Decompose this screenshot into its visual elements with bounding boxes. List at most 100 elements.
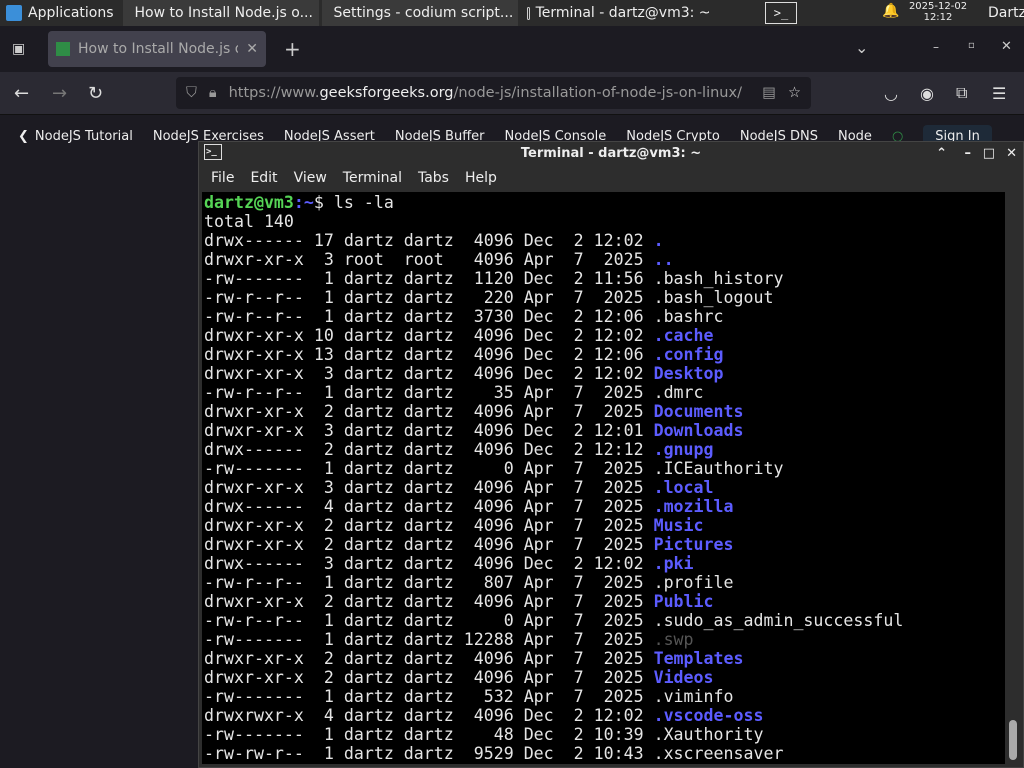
file-info: -rw------- 1 dartz dartz 48 Dec 2 10:39 <box>204 725 654 744</box>
minimize-button[interactable]: – <box>965 146 972 161</box>
file-info: -rw-rw-r-- 1 dartz dartz 9529 Dec 2 10:4… <box>204 744 654 763</box>
file-info: drwxr-xr-x 3 dartz dartz 4096 Apr 7 2025 <box>204 478 654 497</box>
top-panel: Applications How to Install Node.js o...… <box>0 0 1024 26</box>
file-name: .local <box>653 478 714 497</box>
listing-row: drwx------ 2 dartz dartz 4096 Dec 2 12:1… <box>202 440 1005 459</box>
terminal-menubar: File Edit View Terminal Tabs Help <box>199 165 1023 191</box>
listing-row: -rw-r--r-- 1 dartz dartz 807 Apr 7 2025 … <box>202 573 1005 592</box>
maximize-button[interactable]: ▫ <box>968 40 975 51</box>
back-icon[interactable]: ← <box>14 83 29 104</box>
task-codium[interactable]: Settings - codium script... <box>321 0 518 26</box>
menu-icon[interactable]: ☰ <box>992 84 1006 103</box>
terminal-launcher-icon[interactable]: >_ <box>765 2 797 24</box>
pocket-icon[interactable]: ◡ <box>884 84 898 103</box>
listing-row: drwxr-xr-x 2 dartz dartz 4096 Apr 7 2025… <box>202 516 1005 535</box>
listing-row: drwxr-xr-x 13 dartz dartz 4096 Dec 2 12:… <box>202 345 1005 364</box>
file-info: -rw-r--r-- 1 dartz dartz 3730 Dec 2 12:0… <box>204 307 654 326</box>
file-name: .ICEauthority <box>653 459 784 478</box>
menu-tabs[interactable]: Tabs <box>410 170 457 186</box>
file-name: Pictures <box>653 535 734 554</box>
file-info: -rw------- 1 dartz dartz 532 Apr 7 2025 <box>204 687 654 706</box>
clock[interactable]: 2025-12-02 12:12 <box>906 1 970 23</box>
gfg-favicon <box>56 42 70 56</box>
menu-view[interactable]: View <box>286 170 335 186</box>
reader-view-icon[interactable]: ▤ <box>762 85 776 101</box>
nav-prev-icon[interactable]: ❮ <box>18 129 29 144</box>
chevron-down-icon[interactable]: ⌄ <box>855 38 868 57</box>
shade-button[interactable]: ⌃ <box>936 146 947 161</box>
file-name: .sudo_as_admin_successful <box>653 611 904 630</box>
file-name: .swp <box>653 630 694 649</box>
file-info: drwxrwxr-x 4 dartz dartz 4096 Dec 2 12:0… <box>204 706 654 725</box>
maximize-button[interactable]: □ <box>983 146 995 161</box>
terminal-output[interactable]: dartz@vm3:~$ ls -la total 140 drwx------… <box>202 192 1005 764</box>
extensions-icon[interactable]: ⧉ <box>956 83 967 103</box>
task-firefox[interactable]: How to Install Node.js o... <box>122 0 319 26</box>
file-name: .vscode-oss <box>653 706 764 725</box>
listing-row: -rw------- 1 dartz dartz 48 Dec 2 10:39 … <box>202 725 1005 744</box>
scrollbar-thumb[interactable] <box>1009 720 1017 760</box>
browser-tab[interactable]: How to Install Node.js on ✕ <box>48 31 266 67</box>
file-name: .profile <box>653 573 734 592</box>
close-button[interactable]: ✕ <box>1001 39 1012 54</box>
file-name: Templates <box>653 649 744 668</box>
menu-edit[interactable]: Edit <box>242 170 285 186</box>
nav-link[interactable]: NodeJS Tutorial <box>35 129 133 144</box>
scrollbar[interactable] <box>1006 192 1020 764</box>
shield-icon[interactable]: ⛉ <box>186 85 197 101</box>
terminal-window: >_ Terminal - dartz@vm3: ~ ⌃ – □ ✕ File … <box>198 141 1024 768</box>
url-bar[interactable]: ⛉ 🔒︎ https://www.geeksforgeeks.org/node-j… <box>176 77 811 109</box>
bell-icon[interactable]: 🔔 <box>882 3 899 19</box>
reload-icon[interactable]: ↻ <box>88 83 103 104</box>
listing-row: drwxrwxr-x 4 dartz dartz 4096 Dec 2 12:0… <box>202 706 1005 725</box>
file-info: drwxr-xr-x 10 dartz dartz 4096 Dec 2 12:… <box>204 326 654 345</box>
listing-row: drwxr-xr-x 2 dartz dartz 4096 Apr 7 2025… <box>202 649 1005 668</box>
listing-row: -rw------- 1 dartz dartz 1120 Dec 2 11:5… <box>202 269 1005 288</box>
file-info: -rw-r--r-- 1 dartz dartz 807 Apr 7 2025 <box>204 573 654 592</box>
account-icon[interactable]: ◉ <box>920 84 934 103</box>
applications-menu[interactable]: Applications <box>0 0 120 26</box>
user-menu[interactable]: Dartz <box>988 5 1024 21</box>
tab-list-icon[interactable]: ▣ <box>12 41 25 57</box>
file-info: drwx------ 17 dartz dartz 4096 Dec 2 12:… <box>204 231 654 250</box>
listing-row: drwxr-xr-x 2 dartz dartz 4096 Apr 7 2025… <box>202 668 1005 687</box>
terminal-icon <box>526 6 530 20</box>
forward-icon[interactable]: → <box>52 83 67 104</box>
file-info: -rw-r--r-- 1 dartz dartz 220 Apr 7 2025 <box>204 288 654 307</box>
close-button[interactable]: ✕ <box>1006 146 1017 161</box>
new-tab-button[interactable]: + <box>284 37 301 61</box>
listing-row: -rw-r--r-- 1 dartz dartz 35 Apr 7 2025 .… <box>202 383 1005 402</box>
minimize-button[interactable]: – <box>933 40 939 54</box>
file-name: .mozilla <box>653 497 734 516</box>
file-name: .Xauthority <box>653 725 764 744</box>
listing-row: -rw-r--r-- 1 dartz dartz 0 Apr 7 2025 .s… <box>202 611 1005 630</box>
file-name: Desktop <box>653 364 724 383</box>
file-info: drwxr-xr-x 2 dartz dartz 4096 Apr 7 2025 <box>204 668 654 687</box>
listing-row: drwx------ 4 dartz dartz 4096 Apr 7 2025… <box>202 497 1005 516</box>
task-terminal[interactable]: Terminal - dartz@vm3: ~ <box>520 0 717 26</box>
file-info: drwxr-xr-x 3 root root 4096 Apr 7 2025 <box>204 250 654 269</box>
file-info: drwxr-xr-x 2 dartz dartz 4096 Apr 7 2025 <box>204 649 654 668</box>
total-line: total 140 <box>204 212 294 231</box>
close-tab-icon[interactable]: ✕ <box>246 41 258 57</box>
listing-row: -rw------- 1 dartz dartz 532 Apr 7 2025 … <box>202 687 1005 706</box>
file-name: Public <box>653 592 714 611</box>
star-icon[interactable]: ☆ <box>788 85 801 101</box>
menu-help[interactable]: Help <box>457 170 505 186</box>
file-name: .pki <box>653 554 694 573</box>
listing-row: -rw-rw-r-- 1 dartz dartz 9529 Dec 2 10:4… <box>202 744 1005 763</box>
file-name: . <box>653 231 664 250</box>
file-info: drwxr-xr-x 13 dartz dartz 4096 Dec 2 12:… <box>204 345 654 364</box>
file-info: drwxr-xr-x 2 dartz dartz 4096 Apr 7 2025 <box>204 516 654 535</box>
file-name: .bash_history <box>653 269 784 288</box>
file-name: Downloads <box>653 421 744 440</box>
terminal-titlebar[interactable]: >_ Terminal - dartz@vm3: ~ ⌃ – □ ✕ <box>199 142 1023 165</box>
listing-row: drwx------ 17 dartz dartz 4096 Dec 2 12:… <box>202 231 1005 250</box>
lock-icon[interactable]: 🔒︎ <box>209 85 217 101</box>
menu-terminal[interactable]: Terminal <box>335 170 410 186</box>
listing-row: drwxr-xr-x 3 dartz dartz 4096 Dec 2 12:0… <box>202 364 1005 383</box>
menu-file[interactable]: File <box>203 170 242 186</box>
file-info: -rw------- 1 dartz dartz 1120 Dec 2 11:5… <box>204 269 654 288</box>
listing-row: drwxr-xr-x 2 dartz dartz 4096 Apr 7 2025… <box>202 535 1005 554</box>
listing-row: drwxr-xr-x 10 dartz dartz 4096 Dec 2 12:… <box>202 326 1005 345</box>
